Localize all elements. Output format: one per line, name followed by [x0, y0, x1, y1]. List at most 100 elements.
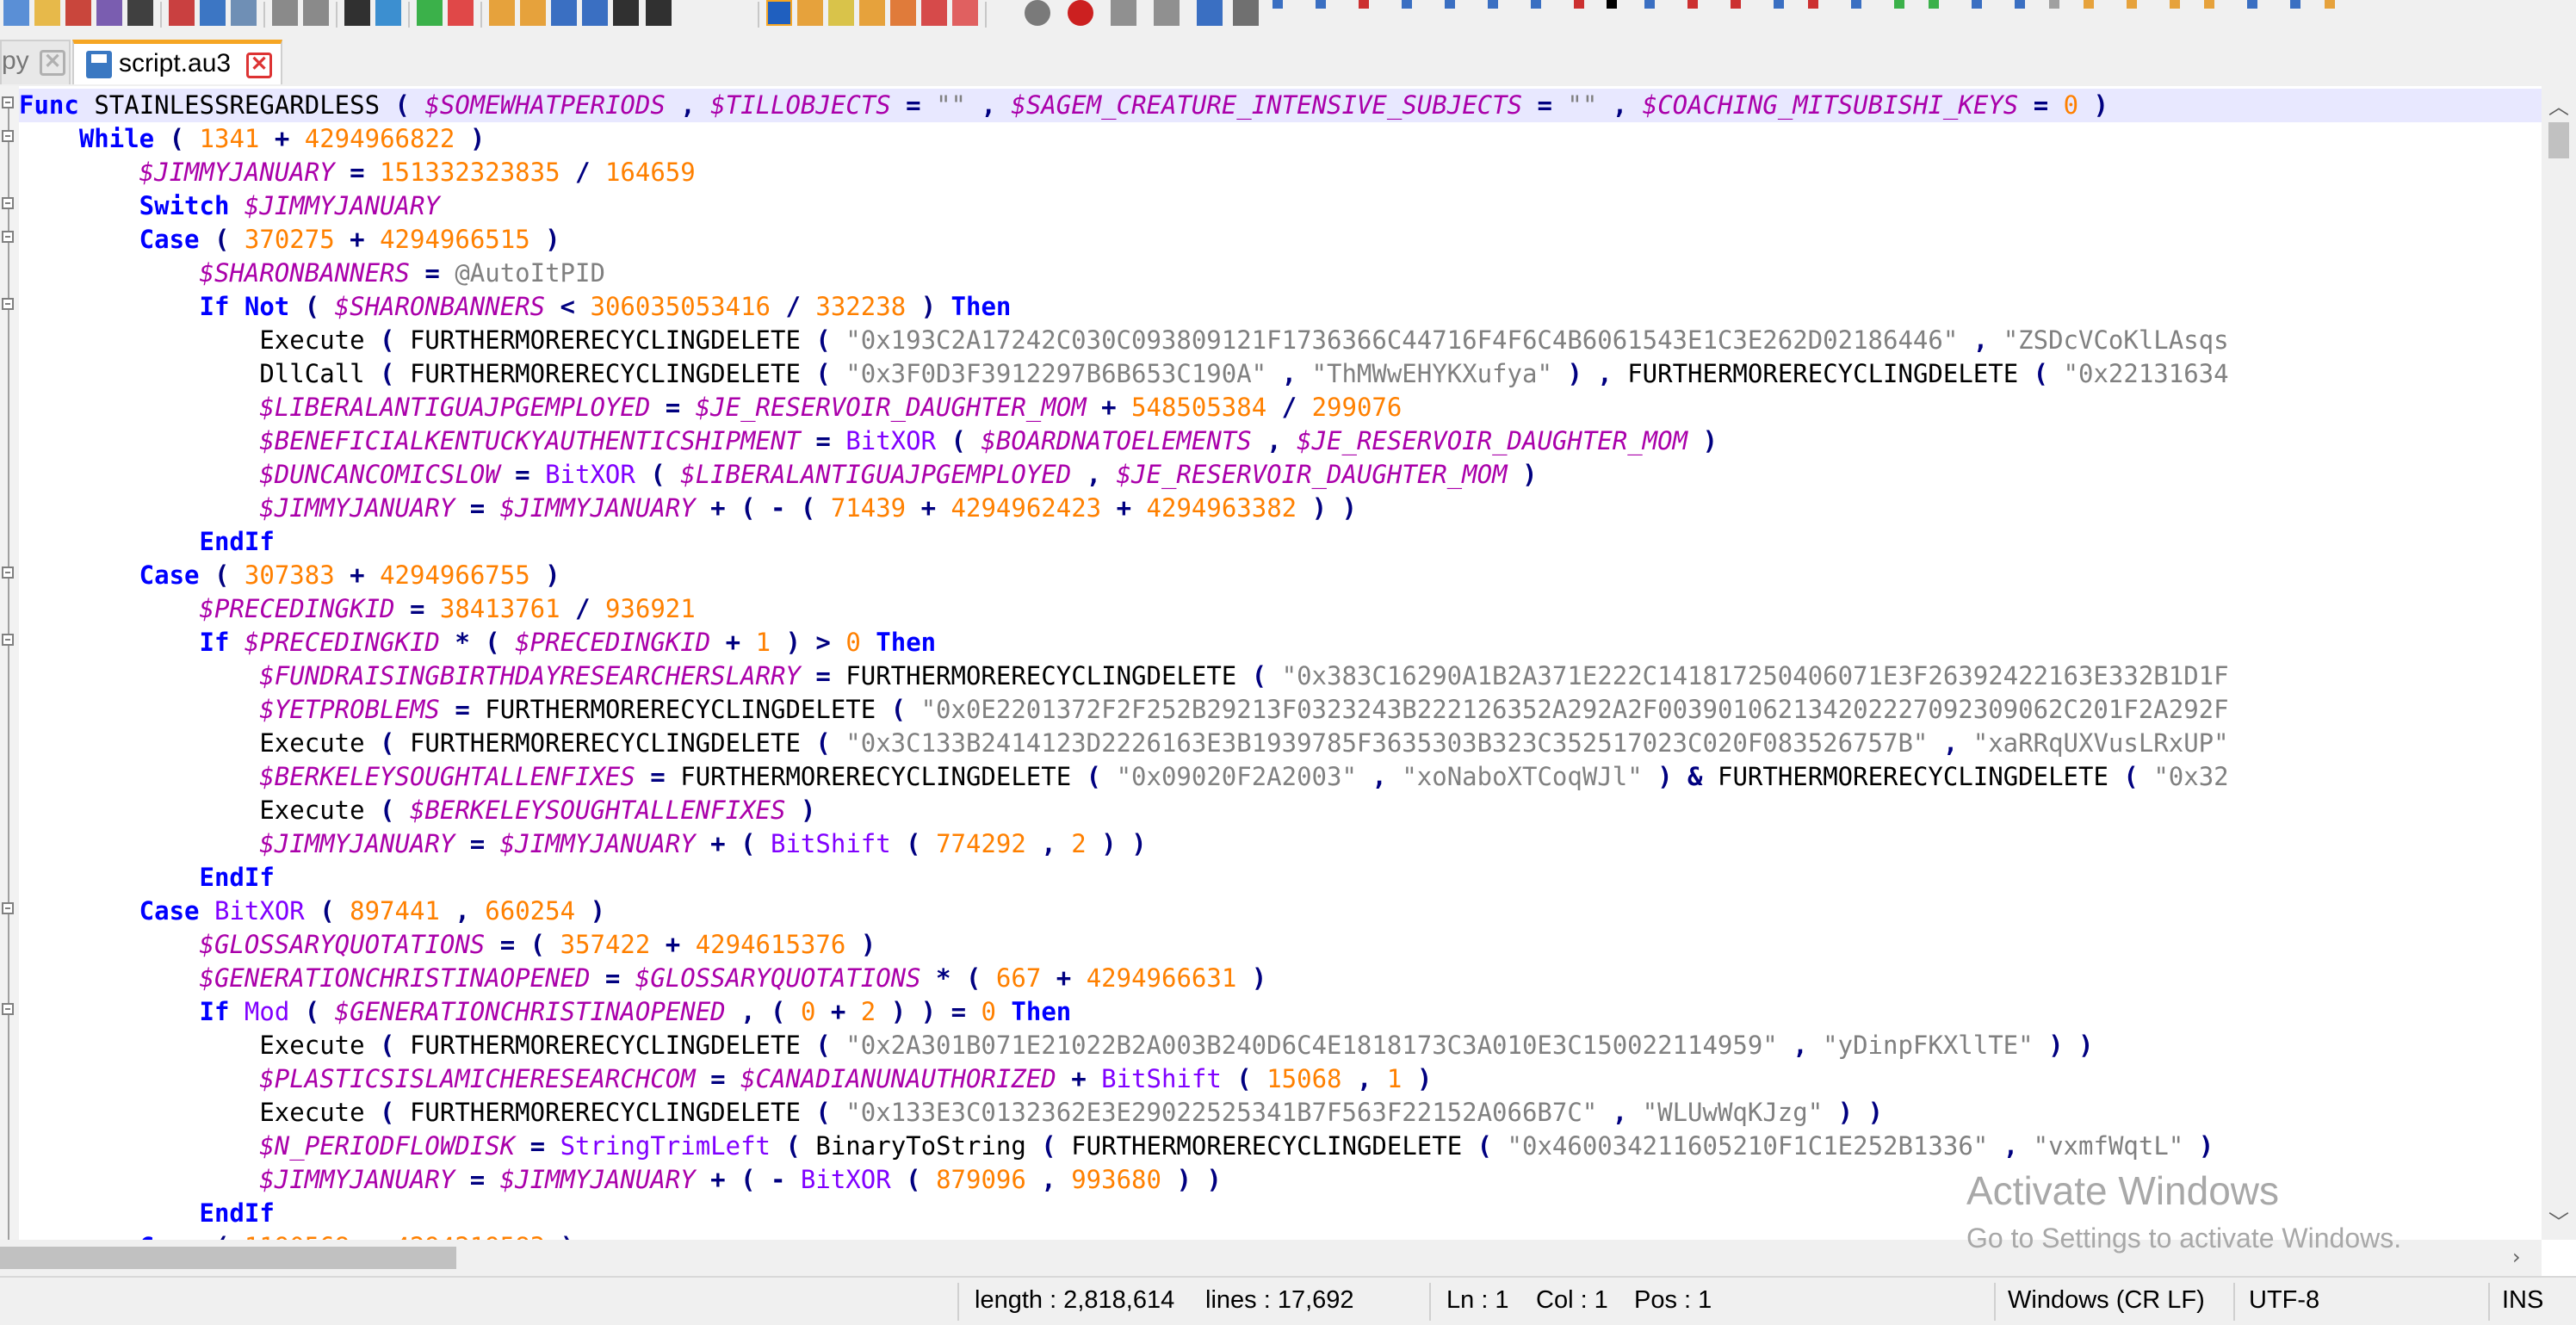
stop-macro-icon[interactable]: [1111, 0, 1136, 26]
status-eol-format[interactable]: Windows (CR LF): [2008, 1286, 2205, 1315]
close-icon[interactable]: ✕: [246, 53, 272, 78]
code-line[interactable]: Case ( 370275 + 4294966515 ): [19, 223, 560, 257]
zoom-in-icon[interactable]: [417, 0, 443, 26]
document-map-icon[interactable]: [828, 0, 854, 26]
code-line[interactable]: Execute ( FURTHERMORERECYCLINGDELETE ( "…: [19, 1029, 2093, 1062]
run-macro-multiple-icon[interactable]: [1197, 0, 1223, 26]
plugin-icon[interactable]: [1488, 0, 1498, 9]
open-file-icon[interactable]: [34, 0, 60, 26]
code-line[interactable]: DllCall ( FURTHERMORERECYCLINGDELETE ( "…: [19, 357, 2228, 391]
code-line[interactable]: $SHARONBANNERS = @AutoItPID: [19, 257, 605, 290]
plugin-icon[interactable]: [1316, 0, 1326, 9]
plugin-icon[interactable]: [1972, 0, 1982, 9]
scroll-up-icon[interactable]: ︿: [2548, 90, 2569, 120]
fold-toggle-icon[interactable]: [2, 96, 14, 108]
code-line[interactable]: $JIMMYJANUARY = $JIMMYJANUARY + ( - ( 71…: [19, 492, 1357, 525]
save-file-icon[interactable]: [65, 0, 91, 26]
code-line[interactable]: Execute ( $BERKELEYSOUGHTALLENFIXES ): [19, 794, 815, 827]
function-list-icon[interactable]: [859, 0, 885, 26]
plugin-icon[interactable]: [1929, 0, 1939, 9]
code-line[interactable]: Execute ( FURTHERMORERECYCLINGDELETE ( "…: [19, 727, 2228, 760]
monitoring-icon[interactable]: [921, 0, 947, 26]
status-encoding[interactable]: UTF-8: [2249, 1286, 2319, 1315]
plugin-icon[interactable]: [2290, 0, 2300, 9]
code-line[interactable]: $JIMMYJANUARY = $JIMMYJANUARY + ( - BitX…: [19, 1163, 1221, 1197]
indent-guide-icon[interactable]: [613, 0, 639, 26]
folder-workspace-icon[interactable]: [890, 0, 916, 26]
code-line[interactable]: $JIMMYJANUARY = $JIMMYJANUARY + ( BitShi…: [19, 827, 1146, 861]
plugin-icon[interactable]: [1851, 0, 1861, 9]
show-all-characters-icon[interactable]: [582, 0, 608, 26]
tab-script-au3[interactable]: script.au3 ✕: [72, 40, 282, 84]
plugin-icon[interactable]: [1531, 0, 1541, 9]
eye-icon[interactable]: [1025, 0, 1050, 26]
record-macro-icon[interactable]: [1068, 0, 1093, 26]
sync-vertical-icon[interactable]: [489, 0, 515, 26]
plugin-icon[interactable]: [1574, 0, 1584, 9]
fold-toggle-icon[interactable]: [2, 567, 14, 579]
plugin-icon[interactable]: [1644, 0, 1655, 9]
plugin-icon[interactable]: [1607, 0, 1617, 9]
code-line[interactable]: $GENERATIONCHRISTINAOPENED = $GLOSSARYQU…: [19, 962, 1267, 995]
plugin-icon[interactable]: [1273, 0, 1283, 9]
plugin-icon[interactable]: [2247, 0, 2257, 9]
fold-toggle-icon[interactable]: [2, 902, 14, 914]
close-icon[interactable]: ✕: [40, 50, 65, 76]
code-line[interactable]: While ( 1341 + 4294966822 ): [19, 122, 485, 156]
code-line[interactable]: Case ( 307383 + 4294966755 ): [19, 559, 560, 592]
code-line[interactable]: EndIf: [19, 861, 275, 895]
plugin-icon[interactable]: [1808, 0, 1818, 9]
code-line[interactable]: Execute ( FURTHERMORERECYCLINGDELETE ( "…: [19, 324, 2228, 357]
code-line[interactable]: If $PRECEDINGKID * ( $PRECEDINGKID + 1 )…: [19, 626, 937, 659]
code-line[interactable]: Func STAINLESSREGARDLESS ( $SOMEWHATPERI…: [19, 89, 2542, 122]
fold-toggle-icon[interactable]: [2, 634, 14, 646]
tab-py[interactable]: py ✕: [0, 40, 71, 84]
vertical-scrollbar[interactable]: ︿ ﹀: [2542, 86, 2576, 1240]
toolbar-dropdown-icon[interactable]: [646, 0, 672, 26]
align-left-icon[interactable]: [766, 0, 792, 26]
code-line[interactable]: $YETPROBLEMS = FURTHERMORERECYCLINGDELET…: [19, 693, 2228, 727]
plugin-icon[interactable]: [1894, 0, 1904, 9]
horizontal-scroll-thumb[interactable]: [0, 1247, 456, 1269]
play-macro-icon[interactable]: [1154, 0, 1180, 26]
code-editor[interactable]: Func STAINLESSREGARDLESS ( $SOMEWHATPERI…: [0, 86, 2542, 1240]
copy-icon[interactable]: [200, 0, 226, 26]
code-line[interactable]: $PRECEDINGKID = 38413761 / 936921: [19, 592, 696, 626]
plugin-icon[interactable]: [2170, 0, 2180, 9]
paste-icon[interactable]: [231, 0, 257, 26]
fold-toggle-icon[interactable]: [2, 130, 14, 142]
plugin-icon[interactable]: [2049, 0, 2059, 9]
plugin-icon[interactable]: [1731, 0, 1741, 9]
plugin-icon[interactable]: [2325, 0, 2335, 9]
plugin-icon[interactable]: [1774, 0, 1784, 9]
fold-toggle-icon[interactable]: [2, 298, 14, 310]
plugin-icon[interactable]: [2084, 0, 2094, 9]
code-line[interactable]: $BENEFICIALKENTUCKYAUTHENTICSHIPMENT = B…: [19, 424, 1718, 458]
undo-icon[interactable]: [272, 0, 298, 26]
plugin-icon[interactable]: [1687, 0, 1698, 9]
cut-icon[interactable]: [169, 0, 195, 26]
save-all-icon[interactable]: [96, 0, 122, 26]
code-line[interactable]: Execute ( FURTHERMORERECYCLINGDELETE ( "…: [19, 1096, 1883, 1130]
scroll-right-icon[interactable]: ›: [2512, 1245, 2521, 1269]
code-line[interactable]: $DUNCANCOMICSLOW = BitXOR ( $LIBERALANTI…: [19, 458, 1537, 492]
scroll-down-icon[interactable]: ﹀: [2548, 1205, 2569, 1235]
folder-icon[interactable]: [797, 0, 823, 26]
plugin-icon[interactable]: [1445, 0, 1455, 9]
code-line[interactable]: Case BitXOR ( 897441 , 660254 ): [19, 895, 605, 928]
plugin-icon[interactable]: [1402, 0, 1412, 9]
plugin-icon[interactable]: [1359, 0, 1369, 9]
new-file-icon[interactable]: [3, 0, 29, 26]
replace-icon[interactable]: [375, 0, 401, 26]
code-line[interactable]: $GLOSSARYQUOTATIONS = ( 357422 + 4294615…: [19, 928, 876, 962]
redo-icon[interactable]: [303, 0, 329, 26]
find-icon[interactable]: [344, 0, 370, 26]
word-wrap-icon[interactable]: [551, 0, 577, 26]
plugin-icon[interactable]: [2015, 0, 2025, 9]
code-line[interactable]: If Not ( $SHARONBANNERS < 306035053416 /…: [19, 290, 1012, 324]
fold-toggle-icon[interactable]: [2, 231, 14, 243]
fold-toggle-icon[interactable]: [2, 197, 14, 209]
code-line[interactable]: EndIf: [19, 1197, 275, 1230]
vertical-scroll-thumb[interactable]: [2548, 122, 2569, 158]
code-line[interactable]: $JIMMYJANUARY = 151332323835 / 164659: [19, 156, 696, 189]
